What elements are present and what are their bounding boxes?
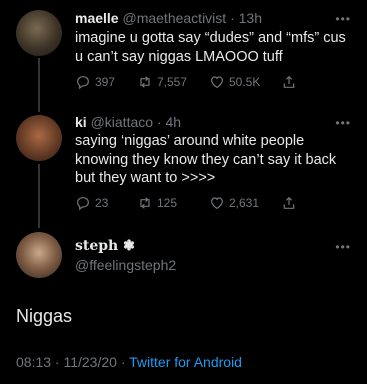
tweet-text: Niggas: [16, 306, 73, 326]
source-app-link[interactable]: Twitter for Android: [129, 354, 242, 370]
like-count: 2,631: [229, 196, 260, 210]
author-handle[interactable]: @maetheactivist: [122, 10, 226, 26]
share-button[interactable]: [281, 74, 301, 90]
more-options-icon[interactable]: •••: [335, 116, 351, 130]
tweet-timestamp: 08:13 · 11/23/20 ·: [16, 354, 130, 370]
author-handle[interactable]: @ffeelingsteph2: [75, 257, 176, 273]
like-button[interactable]: 2,631: [209, 195, 281, 211]
retweet-button[interactable]: 7,557: [137, 74, 209, 90]
reply-count: 397: [95, 75, 116, 89]
heart-icon: [211, 76, 223, 89]
author-handle[interactable]: @kiattaco: [91, 114, 153, 130]
reply-button[interactable]: 397: [75, 74, 137, 90]
more-options-icon[interactable]: •••: [335, 240, 351, 254]
heart-icon: [211, 197, 223, 210]
reply-icon: [77, 76, 89, 90]
tweet-text: saying ‘niggas’ around white people know…: [75, 133, 337, 186]
author-name[interactable]: maelle: [75, 10, 119, 26]
reply-button[interactable]: 23: [75, 195, 137, 211]
tweet-maelle[interactable]: maelle @maetheactivist · 13h ••• imagine…: [0, 0, 367, 110]
share-button[interactable]: [281, 195, 301, 211]
tweet-time: · 13h: [230, 10, 262, 26]
share-icon: [283, 75, 295, 88]
retweet-count: 7,557: [157, 75, 188, 89]
author-name[interactable]: ki: [75, 114, 87, 130]
retweet-button[interactable]: 125: [137, 195, 209, 211]
retweet-icon: [140, 197, 150, 209]
tweet-ki[interactable]: ki @kiattaco · 4h ••• saying ‘niggas’ ar…: [0, 110, 367, 225]
avatar[interactable]: [16, 115, 62, 161]
like-count: 50.5K: [229, 75, 261, 89]
more-options-icon[interactable]: •••: [335, 12, 351, 26]
like-button[interactable]: 50.5K: [209, 74, 281, 90]
retweet-icon: [140, 76, 150, 88]
avatar[interactable]: [16, 10, 62, 56]
tweet-metadata: 08:13 · 11/23/20 · Twitter for Android: [16, 354, 242, 370]
share-icon: [283, 196, 295, 209]
reply-count: 23: [95, 196, 109, 210]
tweet-text: imagine u gotta say “dudes” and “mfs” cu…: [75, 30, 346, 65]
tweet-time: · 4h: [156, 114, 182, 130]
reply-icon: [77, 197, 89, 211]
avatar[interactable]: [16, 232, 62, 278]
author-name[interactable]: steph ❃: [75, 238, 135, 254]
retweet-count: 125: [157, 196, 178, 210]
